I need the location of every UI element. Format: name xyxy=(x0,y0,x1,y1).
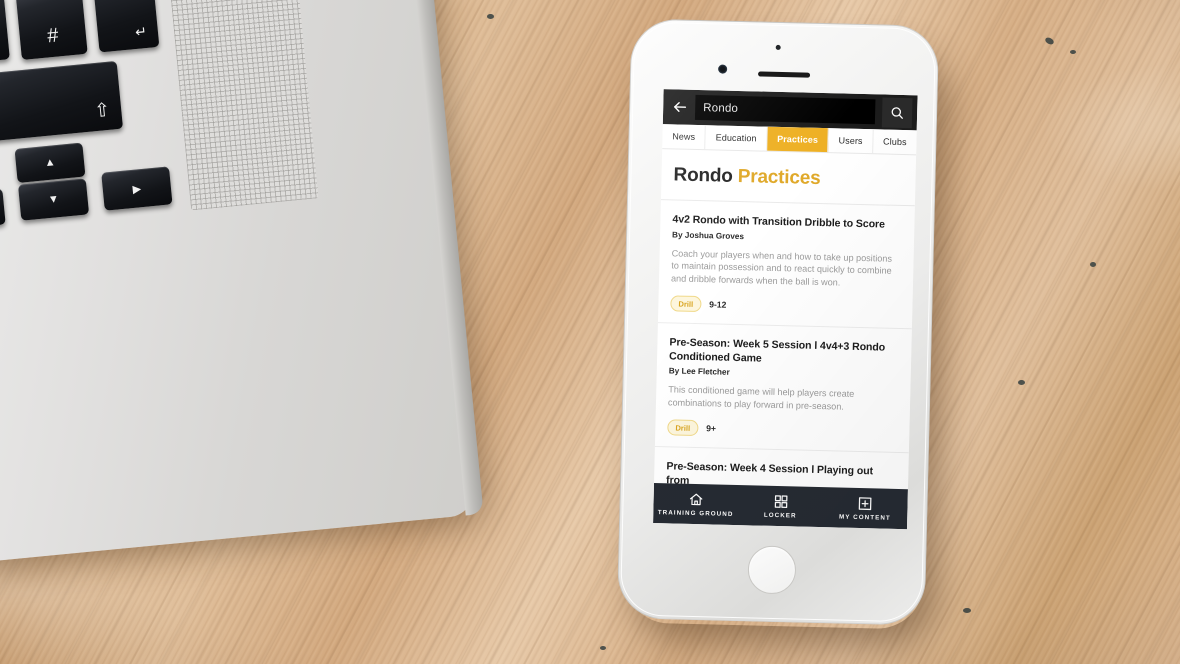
back-arrow-icon[interactable] xyxy=(671,98,688,115)
practice-card[interactable]: Pre-Season: Week 5 Session l 4v4+3 Rondo… xyxy=(654,323,912,454)
nav-my-content[interactable]: MY CONTENT xyxy=(823,495,908,522)
home-icon xyxy=(689,493,703,505)
smartphone: Rondo News Education Practices Users Clu… xyxy=(616,18,940,626)
practice-title: Pre-Season: Week 5 Session l 4v4+3 Rondo… xyxy=(668,336,886,365)
practice-results-list: 4v2 Rondo with Transition Dribble to Sco… xyxy=(653,200,915,506)
key-hash[interactable]: # xyxy=(15,0,88,60)
laptop-speaker-grille xyxy=(168,0,319,211)
search-input[interactable]: Rondo xyxy=(694,94,876,125)
practice-description: Coach your players when and how to take … xyxy=(670,247,893,288)
page-title-primary: Rondo xyxy=(673,164,733,187)
search-button[interactable] xyxy=(881,96,913,128)
nav-label: TRAINING GROUND xyxy=(657,508,734,518)
tab-practices[interactable]: Practices xyxy=(767,126,830,153)
key-arrow-up[interactable]: ▲ xyxy=(14,142,86,183)
tab-news[interactable]: News xyxy=(662,124,707,150)
key-label: ▶ xyxy=(132,182,142,196)
practice-author: By Lee Fletcher xyxy=(668,366,730,378)
page-title-secondary: Practices xyxy=(737,165,821,189)
key-arrow-right[interactable]: ▶ xyxy=(101,166,173,211)
practice-title: 4v2 Rondo with Transition Dribble to Sco… xyxy=(672,213,885,231)
practice-description: This conditioned game will help players … xyxy=(667,384,855,412)
practice-type-badge: Drill xyxy=(667,419,699,437)
nav-locker[interactable]: LOCKER xyxy=(738,493,823,520)
nav-label: MY CONTENT xyxy=(838,513,891,522)
key-return[interactable]: ↵ xyxy=(92,0,160,53)
search-input-value: Rondo xyxy=(703,101,739,115)
key-label: ⇧ xyxy=(93,99,112,123)
practice-age-range: 9-12 xyxy=(709,299,727,310)
tab-users[interactable]: Users xyxy=(828,128,874,154)
key-label: # xyxy=(46,24,60,48)
key-label: ▲ xyxy=(43,156,56,170)
search-icon xyxy=(891,106,903,119)
practice-author: By Joshua Groves xyxy=(671,229,745,241)
practice-meta: Drill 9+ xyxy=(667,419,897,442)
laptop-keyboard: Ä Ä # ↵ – – ⇧ ▲ ▼ ◀ ▶ xyxy=(0,0,485,574)
tab-education[interactable]: Education xyxy=(705,125,768,151)
practice-age-range: 9+ xyxy=(706,423,717,434)
practice-meta: Drill 9-12 xyxy=(670,295,900,318)
practice-type-badge: Drill xyxy=(670,295,702,313)
key-label: ↵ xyxy=(134,22,148,40)
nav-training-ground[interactable]: TRAINING GROUND xyxy=(653,491,738,518)
practice-card[interactable]: 4v2 Rondo with Transition Dribble to Sco… xyxy=(657,200,915,330)
page-title: Rondo Practices xyxy=(660,149,917,207)
grid-icon xyxy=(774,494,788,508)
nav-label: LOCKER xyxy=(763,511,797,520)
bottom-navigation: TRAINING GROUND LOCKER MY CONTENT xyxy=(653,483,908,530)
key-label: ▼ xyxy=(47,193,60,207)
plus-square-icon xyxy=(858,496,872,510)
proximity-sensor xyxy=(775,44,781,50)
key-arrow-down[interactable]: ▼ xyxy=(17,178,90,221)
phone-screen: Rondo News Education Practices Users Clu… xyxy=(653,89,918,530)
tab-clubs[interactable]: Clubs xyxy=(873,129,917,154)
